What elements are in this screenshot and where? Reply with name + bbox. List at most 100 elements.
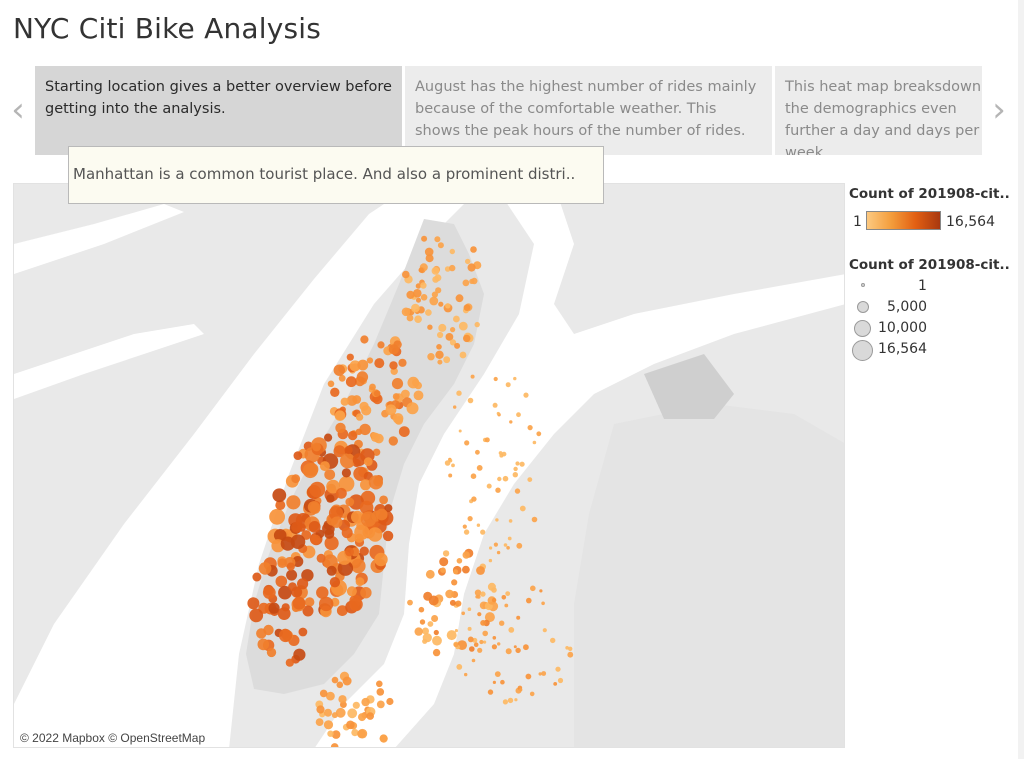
station-bubble[interactable] bbox=[438, 301, 444, 307]
station-bubble[interactable] bbox=[492, 636, 497, 640]
station-bubble[interactable] bbox=[319, 689, 328, 698]
map-attribution[interactable]: © 2022 Mapbox © OpenStreetMap bbox=[20, 731, 206, 745]
station-bubble[interactable] bbox=[258, 562, 272, 575]
station-bubble[interactable] bbox=[464, 672, 468, 677]
station-bubble[interactable] bbox=[497, 476, 502, 482]
station-bubble[interactable] bbox=[538, 672, 542, 676]
station-bubble[interactable] bbox=[555, 666, 561, 672]
station-bubble[interactable] bbox=[541, 671, 547, 676]
station-bubble[interactable] bbox=[425, 254, 434, 263]
scrollbar[interactable] bbox=[1018, 0, 1024, 759]
station-bubble[interactable] bbox=[290, 534, 306, 549]
station-bubble[interactable] bbox=[519, 505, 526, 512]
station-bubble[interactable] bbox=[355, 577, 365, 587]
station-bubble[interactable] bbox=[461, 611, 466, 616]
station-bubble[interactable] bbox=[507, 536, 512, 541]
station-bubble[interactable] bbox=[334, 410, 346, 421]
station-bubble[interactable] bbox=[376, 680, 383, 688]
story-point-3[interactable]: This heat map breaksdown the demographic… bbox=[775, 66, 982, 155]
station-bubble[interactable] bbox=[553, 682, 558, 686]
station-bubble[interactable] bbox=[525, 673, 532, 680]
station-bubble[interactable] bbox=[375, 508, 388, 521]
station-bubble[interactable] bbox=[269, 508, 285, 525]
station-bubble[interactable] bbox=[467, 263, 476, 272]
station-bubble[interactable] bbox=[427, 324, 433, 330]
station-bubble[interactable] bbox=[249, 608, 264, 623]
station-bubble[interactable] bbox=[453, 569, 459, 575]
station-bubble[interactable] bbox=[515, 647, 521, 654]
station-bubble[interactable] bbox=[333, 364, 345, 376]
station-bubble[interactable] bbox=[382, 530, 394, 542]
station-bubble[interactable] bbox=[346, 586, 357, 597]
station-bubble[interactable] bbox=[355, 413, 364, 421]
station-bubble[interactable] bbox=[467, 636, 474, 643]
station-bubble[interactable] bbox=[527, 425, 533, 431]
station-bubble[interactable] bbox=[491, 644, 497, 650]
station-bubble[interactable] bbox=[445, 303, 451, 309]
station-bubble[interactable] bbox=[488, 558, 493, 563]
station-bubble[interactable] bbox=[341, 468, 351, 478]
station-bubble[interactable] bbox=[393, 340, 402, 349]
station-bubble[interactable] bbox=[315, 718, 324, 726]
station-bubble[interactable] bbox=[406, 402, 419, 415]
station-bubble[interactable] bbox=[541, 601, 545, 606]
station-bubble[interactable] bbox=[398, 358, 407, 367]
station-bubble[interactable] bbox=[523, 392, 529, 398]
station-bubble[interactable] bbox=[345, 376, 357, 388]
station-bubble[interactable] bbox=[360, 511, 377, 527]
station-bubble[interactable] bbox=[432, 635, 442, 646]
station-bubble[interactable] bbox=[407, 599, 413, 606]
station-bubble[interactable] bbox=[496, 550, 501, 555]
station-bubble[interactable] bbox=[436, 344, 442, 350]
station-bubble[interactable] bbox=[501, 595, 507, 600]
station-bubble[interactable] bbox=[508, 519, 513, 523]
station-bubble[interactable] bbox=[425, 309, 432, 316]
station-bubble[interactable] bbox=[542, 628, 547, 633]
station-bubble[interactable] bbox=[310, 534, 321, 545]
station-bubble[interactable] bbox=[345, 497, 355, 507]
station-bubble[interactable] bbox=[262, 586, 276, 599]
station-bubble[interactable] bbox=[298, 627, 308, 637]
station-bubble[interactable] bbox=[453, 405, 457, 409]
station-bubble[interactable] bbox=[316, 553, 326, 563]
station-bubble[interactable] bbox=[368, 475, 383, 490]
station-bubble[interactable] bbox=[506, 546, 510, 550]
station-bubble[interactable] bbox=[421, 235, 428, 242]
station-bubble[interactable] bbox=[513, 466, 518, 472]
station-bubble[interactable] bbox=[463, 529, 470, 535]
station-bubble[interactable] bbox=[427, 353, 435, 361]
map-view[interactable]: © 2022 Mapbox © OpenStreetMap bbox=[13, 183, 845, 748]
station-bubble[interactable] bbox=[336, 681, 344, 689]
station-bubble[interactable] bbox=[454, 629, 458, 633]
station-bubble[interactable] bbox=[335, 422, 346, 434]
station-bubble[interactable] bbox=[326, 565, 337, 576]
station-bubble[interactable] bbox=[361, 697, 370, 707]
station-bubble[interactable] bbox=[374, 358, 385, 369]
station-bubble[interactable] bbox=[484, 437, 490, 443]
station-bubble[interactable] bbox=[431, 267, 440, 275]
station-bubble[interactable] bbox=[495, 487, 501, 493]
station-bubble[interactable] bbox=[352, 701, 360, 709]
station-bubble[interactable] bbox=[291, 474, 301, 484]
station-bubble[interactable] bbox=[359, 546, 369, 556]
station-bubble[interactable] bbox=[431, 615, 439, 622]
station-bubble[interactable] bbox=[493, 376, 498, 382]
station-bubble[interactable] bbox=[440, 567, 446, 573]
station-bubble[interactable] bbox=[492, 680, 496, 684]
station-bubble[interactable] bbox=[503, 543, 508, 547]
station-bubble[interactable] bbox=[467, 516, 473, 522]
station-bubble[interactable] bbox=[450, 327, 456, 333]
station-bubble[interactable] bbox=[509, 420, 513, 424]
station-bubble[interactable] bbox=[526, 597, 532, 604]
station-bubble[interactable] bbox=[464, 440, 470, 446]
station-bubble[interactable] bbox=[327, 380, 335, 388]
station-bubble[interactable] bbox=[456, 558, 463, 564]
station-bubble[interactable] bbox=[449, 248, 455, 255]
station-bubble[interactable] bbox=[489, 546, 493, 550]
station-bubble[interactable] bbox=[496, 411, 500, 416]
station-bubble[interactable] bbox=[500, 679, 505, 685]
station-bubble[interactable] bbox=[391, 378, 404, 390]
station-bubble[interactable] bbox=[425, 569, 435, 579]
station-bubble[interactable] bbox=[471, 277, 478, 285]
station-bubble[interactable] bbox=[411, 303, 420, 313]
